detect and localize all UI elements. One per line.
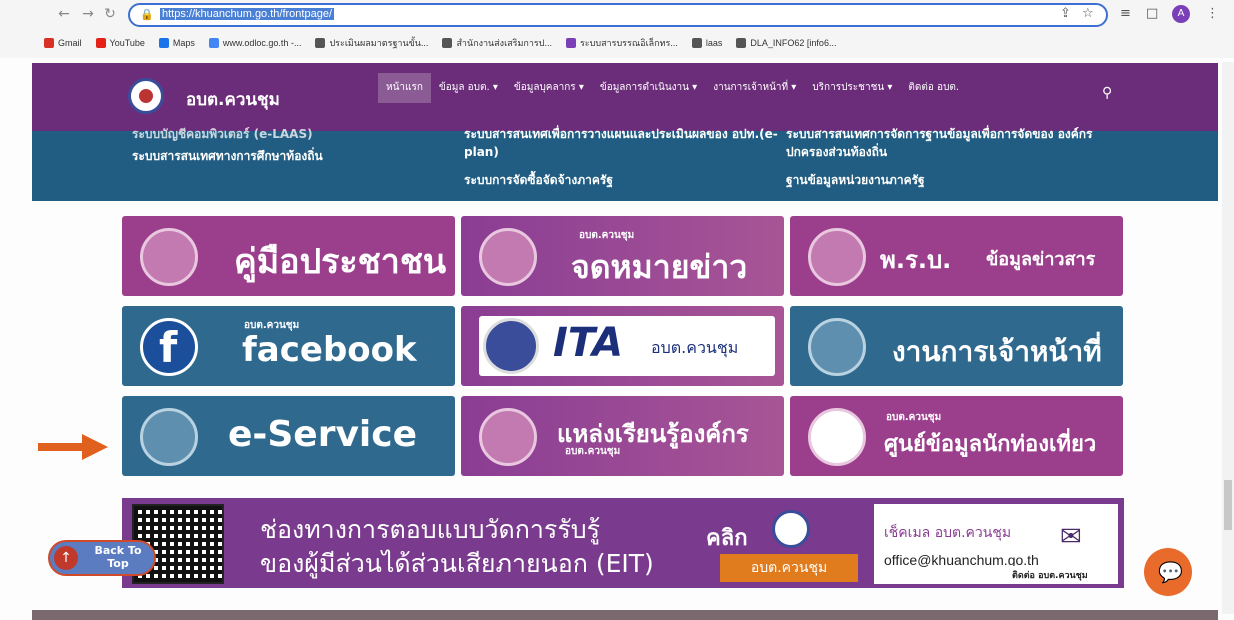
nav-public-services[interactable]: บริการประชาชน ▾ [804, 73, 900, 103]
click-logo-icon [772, 510, 810, 548]
tile-citizen-manual[interactable]: คู่มือประชาชน [122, 216, 455, 296]
youtube-icon [95, 38, 106, 48]
contact-tooltip: ติดต่อ อบต.ควนชุม [1008, 566, 1092, 584]
globe-icon [442, 38, 453, 48]
reload-icon[interactable]: ↻ [102, 6, 118, 22]
browser-chrome: ← → ↻ 🔒 https://khuanchum.go.th/frontpag… [0, 0, 1234, 58]
address-bar[interactable]: 🔒 https://khuanchum.go.th/frontpage/ [128, 3, 1108, 27]
footer-image-strip [32, 610, 1218, 620]
main-nav: หน้าแรก ข้อมูล อบต. ▾ ข้อมูลบุคลากร ▾ ข้… [378, 73, 967, 103]
services-dropdown: ระบบบัญชีคอมพิวเตอร์ (e-LAAS) ระบบสารสนเ… [32, 127, 1218, 201]
tourist-icon [808, 408, 866, 466]
back-to-top-button[interactable]: ↑ Back To Top [48, 540, 156, 576]
menu-link-e-plan[interactable]: ระบบสารสนเทศเพื่อการวางแผนและประเมินผลขอ… [464, 125, 794, 161]
clipboard-icon [479, 228, 537, 286]
nav-operations[interactable]: ข้อมูลการดำเนินงาน ▾ [592, 73, 705, 103]
chat-bubble-icon: 💬 [1158, 560, 1183, 584]
lock-icon: 🔒 [140, 8, 154, 21]
arrow-up-icon: ↑ [54, 546, 78, 570]
menu-link-local-database[interactable]: ระบบสารสนเทศการจัดการฐานข้อมูลเพื่อการจั… [786, 125, 1116, 161]
bookmarks-bar: Gmail YouTube Maps www.odloc.go.th -... … [44, 34, 836, 52]
site-header: อบต.ควนชุม หน้าแรก ข้อมูล อบต. ▾ ข้อมูลบ… [32, 63, 1218, 131]
bookmark-dla-info[interactable]: DLA_INFO62 [info6... [736, 34, 836, 52]
tile-learning-center[interactable]: แหล่งเรียนรู้องค์กร อบต.ควนชุม [461, 396, 784, 476]
bookmark-odloc[interactable]: www.odloc.go.th -... [208, 34, 301, 52]
eit-survey-banner[interactable]: ช่องทางการตอบแบบวัดการรับรู้ ของผู้มีส่ว… [122, 498, 1124, 588]
binders-icon [140, 228, 198, 286]
eit-line-2: ของผู้มีส่วนได้ส่วนเสียภายนอก (EIT) [260, 549, 654, 578]
globe-icon [691, 38, 702, 48]
queue-icon[interactable]: ≡ [1120, 6, 1131, 21]
search-icon[interactable]: ⚲ [1102, 85, 1112, 101]
menu-link-education-info[interactable]: ระบบสารสนเทศทางการศึกษาท้องถิ่น [132, 147, 323, 166]
tile-facebook[interactable]: f อบต.ควนชุม facebook [122, 306, 455, 386]
bookmark-gmail[interactable]: Gmail [44, 34, 82, 52]
menu-link-procurement[interactable]: ระบบการจัดซื้อจัดจ้างภาครัฐ [464, 171, 613, 190]
envelope-icon: ✉ [1060, 522, 1082, 552]
support-people-icon [140, 408, 198, 466]
maps-icon [158, 38, 169, 48]
tile-newsletter[interactable]: อบต.ควนชุม จดหมายข่าว [461, 216, 784, 296]
menu-link-e-laas[interactable]: ระบบบัญชีคอมพิวเตอร์ (e-LAAS) [132, 125, 313, 144]
globe-icon [315, 38, 326, 48]
bookmark-office[interactable]: สำนักงานส่งเสริมการป... [442, 34, 552, 52]
bookmark-evaluation[interactable]: ประเมินผลมาตรฐานขั้น... [315, 34, 428, 52]
url-text: https://khuanchum.go.th/frontpage/ [160, 8, 335, 20]
sidepanel-icon[interactable]: □ [1146, 6, 1158, 21]
tile-info-act[interactable]: พ.ร.บ. ข้อมูลข่าวสาร [790, 216, 1123, 296]
nav-home[interactable]: หน้าแรก [378, 73, 431, 103]
check-mail-title: เช็คเมล อบต.ควนชุม [884, 525, 1012, 541]
bookmark-saraban[interactable]: ระบบสารบรรณอิเล็กทร... [565, 34, 678, 52]
back-arrow-icon[interactable]: ← [56, 6, 72, 22]
scrollbar-thumb[interactable] [1224, 480, 1232, 530]
google-icon [208, 38, 219, 48]
nav-about[interactable]: ข้อมูล อบต. ▾ [431, 73, 506, 103]
bookmark-youtube[interactable]: YouTube [95, 34, 145, 52]
facebook-icon: f [140, 318, 198, 376]
tile-eservice[interactable]: e-Service [122, 396, 455, 476]
orange-pointer-arrow-icon [38, 434, 108, 460]
nav-contact[interactable]: ติดต่อ อบต. [900, 73, 967, 103]
ita-logo-icon [483, 318, 539, 374]
page-scrollbar[interactable] [1222, 62, 1234, 614]
profile-avatar[interactable]: A [1172, 5, 1190, 23]
globe-icon [736, 38, 747, 48]
documents-icon [808, 228, 866, 286]
bookmark-laas[interactable]: laas [691, 34, 722, 52]
star-icon[interactable]: ☆ [1082, 6, 1094, 21]
share-icon[interactable]: ⇪ [1060, 6, 1071, 21]
bookmark-maps[interactable]: Maps [158, 34, 195, 52]
tile-tourist-info[interactable]: อบต.ควนชุม ศูนย์ข้อมูลนักท่องเที่ยว [790, 396, 1123, 476]
nav-staff-affairs[interactable]: งานการเจ้าหน้าที่ ▾ [705, 73, 804, 103]
site-name[interactable]: อบต.ควนชุม [186, 86, 280, 113]
staff-people-icon [808, 318, 866, 376]
saraban-icon [565, 38, 576, 48]
menu-link-gov-database[interactable]: ฐานข้อมูลหน่วยงานภาครัฐ [786, 171, 925, 190]
gmail-icon [44, 38, 54, 48]
ita-banner: ITA อบต.ควนชุม [479, 316, 775, 376]
back-to-top-label: Back To Top [94, 544, 142, 570]
site-logo[interactable] [128, 78, 164, 114]
chat-button[interactable]: 💬 [1144, 548, 1192, 596]
click-org-label: อบต.ควนชุม [720, 554, 858, 582]
nav-personnel[interactable]: ข้อมูลบุคลากร ▾ [506, 73, 592, 103]
menu-dots-icon[interactable]: ⋮ [1206, 6, 1219, 21]
click-label: คลิก [706, 526, 748, 551]
tile-ita[interactable]: ITA อบต.ควนชุม [461, 306, 784, 386]
building-icon [479, 408, 537, 466]
forward-arrow-icon[interactable]: → [80, 6, 96, 22]
tile-staff-affairs[interactable]: งานการเจ้าหน้าที่ [790, 306, 1123, 386]
